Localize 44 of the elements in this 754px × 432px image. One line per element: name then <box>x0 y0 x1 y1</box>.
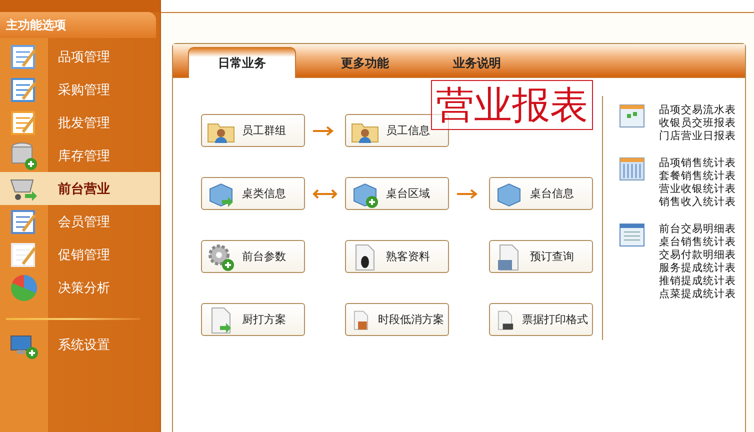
sidebar-item[interactable]: 促销管理 <box>0 238 160 271</box>
report-link[interactable]: 推销提成统计表 <box>659 275 736 288</box>
function-button[interactable]: 熟客资料 <box>345 240 449 273</box>
database-icon <box>9 140 39 170</box>
sidebar-item[interactable]: 会员管理 <box>0 205 160 238</box>
report-link[interactable]: 服务提成统计表 <box>659 262 736 275</box>
function-button[interactable]: 时段低消方案 <box>345 303 449 336</box>
function-button[interactable]: 桌台区域 <box>345 177 449 210</box>
report-link[interactable]: 营业收银统计表 <box>659 183 736 196</box>
function-button[interactable]: 预订查询 <box>489 240 593 273</box>
function-button[interactable]: 员工群组 <box>201 114 305 147</box>
double-arrow-icon <box>312 188 338 198</box>
function-button[interactable]: 桌台信息 <box>489 177 593 210</box>
tab[interactable]: 日常业务 <box>188 47 296 78</box>
report-link[interactable]: 门店营业日报表 <box>659 130 736 143</box>
report-link[interactable]: 收银员交班报表 <box>659 117 736 130</box>
list-icon <box>619 223 645 247</box>
function-button[interactable]: 票据打印格式 <box>489 303 593 336</box>
report-link[interactable]: 点菜提成统计表 <box>659 288 736 301</box>
sidebar-item[interactable]: 前台营业 <box>0 172 160 205</box>
report-link[interactable]: 销售收入统计表 <box>659 196 736 209</box>
function-button[interactable]: 厨打方案 <box>201 303 305 336</box>
sidebar-item[interactable]: 采购管理 <box>0 73 160 106</box>
calendar-icon <box>619 104 645 128</box>
sidebar-item[interactable]: 决策分析 <box>0 271 160 304</box>
sidebar-item[interactable]: 库存管理 <box>0 139 160 172</box>
tab[interactable]: 更多功能 <box>312 49 418 77</box>
pie-chart-icon <box>9 272 39 302</box>
report-link[interactable]: 品项销售统计表 <box>659 157 736 170</box>
sidebar-item[interactable]: 系统设置 <box>0 328 160 361</box>
sidebar-item[interactable]: 批发管理 <box>0 106 160 139</box>
report-link[interactable]: 套餐销售统计表 <box>659 170 736 183</box>
function-button[interactable]: 桌类信息 <box>201 177 305 210</box>
report-link[interactable]: 品项交易流水表 <box>659 104 736 117</box>
report-link[interactable]: 交易付款明细表 <box>659 249 736 262</box>
table-icon <box>619 157 645 181</box>
gear-plus-icon <box>206 242 236 272</box>
report-link[interactable]: 桌台销售统计表 <box>659 236 736 249</box>
function-button[interactable]: 前台参数 <box>201 240 305 273</box>
sidebar-item[interactable]: 品项管理 <box>0 40 160 73</box>
report-link[interactable]: 前台交易明细表 <box>659 223 736 236</box>
report-stamp: 营业报表 <box>431 80 593 130</box>
tab[interactable]: 业务说明 <box>424 49 530 77</box>
sidebar-title: 主功能选项 <box>0 12 156 38</box>
